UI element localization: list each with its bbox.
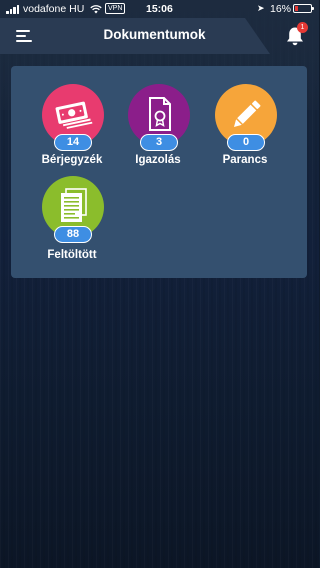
page-title: Dokumentumok <box>103 27 206 42</box>
location-arrow-icon: ➤ <box>257 3 265 13</box>
battery-icon <box>293 4 314 13</box>
notification-count-badge: 1 <box>297 22 308 33</box>
navigation-bar: Dokumentumok 1 <box>0 18 319 54</box>
wifi-icon <box>90 5 102 14</box>
parancs-label: Parancs <box>222 154 268 166</box>
tile-berjegyzek[interactable]: 14 Bérjegyzék <box>32 84 112 180</box>
berjegyzek-label: Bérjegyzék <box>41 154 103 166</box>
tile-feltoltott[interactable]: 88 Feltöltött <box>32 176 112 272</box>
carrier-name: vodafone HU <box>23 3 85 15</box>
battery-percentage: 16% <box>270 3 292 15</box>
vpn-badge: VPN <box>105 3 126 14</box>
status-time: 15:06 <box>146 3 173 15</box>
status-bar: vodafone HU VPN 15:06 ➤ 16% <box>0 0 319 18</box>
signal-strength-icon <box>6 5 20 14</box>
berjegyzek-count-badge: 14 <box>54 134 92 151</box>
tile-parancs[interactable]: 0 Parancs <box>205 84 285 180</box>
parancs-count-badge: 0 <box>227 134 265 151</box>
feltoltott-count-badge: 88 <box>54 226 92 243</box>
documents-panel: 14 Bérjegyzék 3 Igazolás 0 Parancs 88 Fe… <box>11 66 307 278</box>
igazolas-count-badge: 3 <box>140 134 178 151</box>
tile-igazolas[interactable]: 3 Igazolás <box>118 84 198 180</box>
igazolas-label: Igazolás <box>135 154 181 166</box>
feltoltott-label: Feltöltött <box>47 249 97 261</box>
